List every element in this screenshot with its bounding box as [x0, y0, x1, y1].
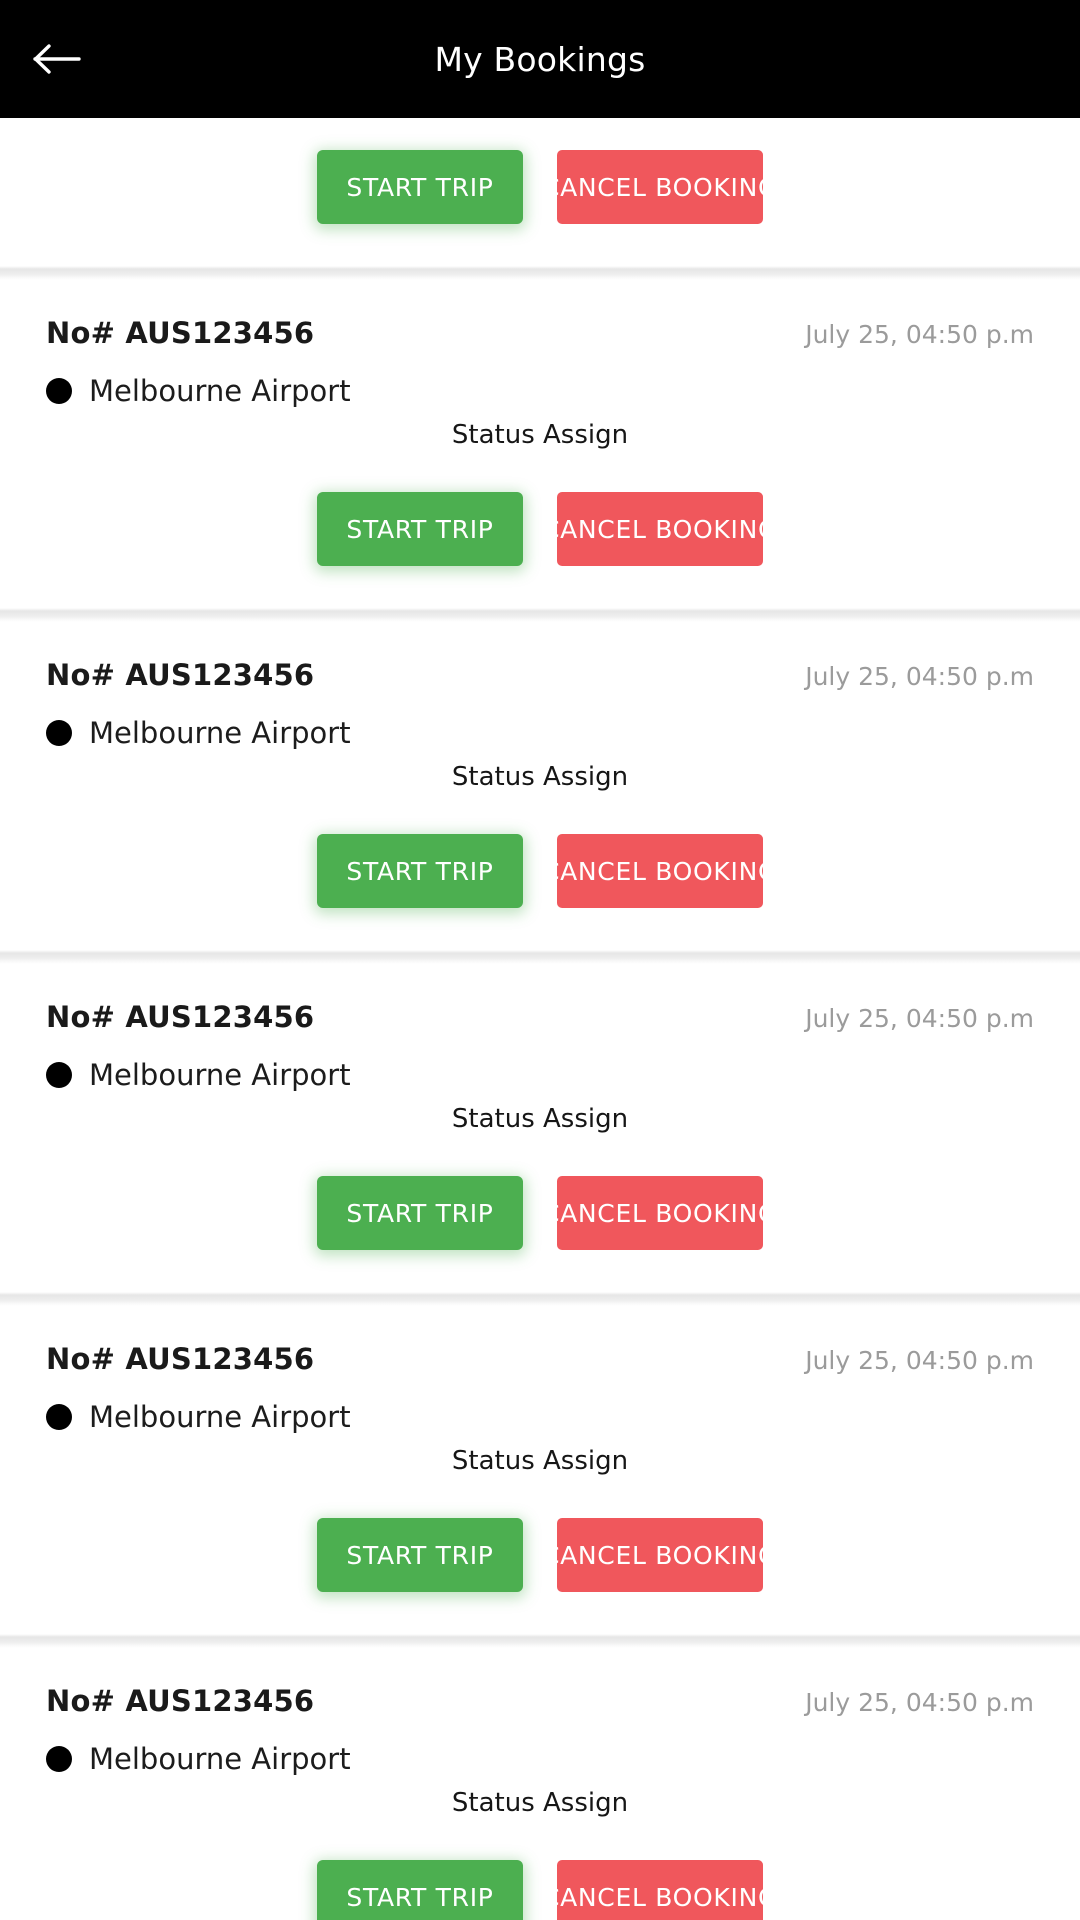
booking-actions: START TRIP CANCEL BOOKING — [46, 834, 1034, 908]
start-trip-button[interactable]: START TRIP — [317, 492, 523, 566]
start-trip-button[interactable]: START TRIP — [317, 834, 523, 908]
status-row: Status Assign — [46, 1788, 1034, 1818]
booking-actions: START TRIP CANCEL BOOKING — [46, 150, 1034, 224]
filled-circle-icon — [46, 378, 72, 404]
pickup-location-label: Melbourne Airport — [89, 1058, 351, 1092]
pickup-location-row: Melbourne Airport — [46, 1742, 1034, 1776]
booking-number: No# AUS123456 — [46, 1000, 315, 1034]
pickup-location-row: Melbourne Airport — [46, 1400, 1034, 1434]
booking-header: No# AUS123456 July 25, 04:50 p.m — [46, 658, 1034, 692]
bookings-list[interactable]: No# AUS123456 July 25, 04:50 p.m Melbourne… — [0, 0, 1080, 1920]
booking-actions: START TRIP CANCEL BOOKING — [46, 1176, 1034, 1250]
booking-actions: START TRIP CANCEL BOOKING — [46, 1860, 1034, 1920]
filled-circle-icon — [46, 720, 72, 746]
pickup-location-label: Melbourne Airport — [89, 1400, 351, 1434]
cancel-booking-button[interactable]: CANCEL BOOKING — [542, 1518, 777, 1592]
status-badge: Status Assign — [451, 1446, 629, 1476]
start-trip-button[interactable]: START TRIP — [317, 1860, 523, 1920]
card-divider — [0, 608, 1080, 622]
booking-header: No# AUS123456 July 25, 04:50 p.m — [46, 1684, 1034, 1718]
filled-circle-icon — [46, 1062, 72, 1088]
booking-timestamp: July 25, 04:50 p.m — [805, 320, 1034, 349]
app-bar: My Bookings — [0, 0, 1080, 118]
pickup-location-row: Melbourne Airport — [46, 374, 1034, 408]
booking-header: No# AUS123456 July 25, 04:50 p.m — [46, 1342, 1034, 1376]
card-divider — [0, 1634, 1080, 1648]
status-badge: Status Assign — [451, 420, 629, 450]
pickup-location-row: Melbourne Airport — [46, 1058, 1034, 1092]
cancel-booking-button[interactable]: CANCEL BOOKING — [542, 834, 777, 908]
status-badge: Status Assign — [451, 1104, 629, 1134]
booking-timestamp: July 25, 04:50 p.m — [805, 662, 1034, 691]
card-divider — [0, 950, 1080, 964]
status-row: Status Assign — [46, 1104, 1034, 1134]
status-badge: Status Assign — [451, 762, 629, 792]
booking-card[interactable]: No# AUS123456 July 25, 04:50 p.m Melbourne… — [0, 1648, 1080, 1920]
page-title: My Bookings — [434, 39, 646, 79]
start-trip-button[interactable]: START TRIP — [317, 150, 523, 224]
status-row: Status Assign — [46, 1446, 1034, 1476]
cancel-booking-button[interactable]: CANCEL BOOKING — [542, 150, 777, 224]
booking-number: No# AUS123456 — [46, 1342, 315, 1376]
pickup-location-label: Melbourne Airport — [89, 1742, 351, 1776]
booking-timestamp: July 25, 04:50 p.m — [805, 1346, 1034, 1375]
booking-number: No# AUS123456 — [46, 316, 315, 350]
booking-actions: START TRIP CANCEL BOOKING — [46, 1518, 1034, 1592]
booking-card[interactable]: No# AUS123456 July 25, 04:50 p.m Melbourne… — [0, 280, 1080, 608]
card-divider — [0, 266, 1080, 280]
status-row: Status Assign — [46, 420, 1034, 450]
booking-actions: START TRIP CANCEL BOOKING — [46, 492, 1034, 566]
booking-card[interactable]: No# AUS123456 July 25, 04:50 p.m Melbourne… — [0, 1306, 1080, 1634]
booking-card[interactable]: No# AUS123456 July 25, 04:50 p.m Melbourne… — [0, 964, 1080, 1292]
booking-timestamp: July 25, 04:50 p.m — [805, 1004, 1034, 1033]
booking-number: No# AUS123456 — [46, 1684, 315, 1718]
pickup-location-row: Melbourne Airport — [46, 716, 1034, 750]
booking-header: No# AUS123456 July 25, 04:50 p.m — [46, 316, 1034, 350]
booking-card[interactable]: No# AUS123456 July 25, 04:50 p.m Melbourne… — [0, 622, 1080, 950]
status-badge: Status Assign — [451, 1788, 629, 1818]
cancel-booking-button[interactable]: CANCEL BOOKING — [542, 1176, 777, 1250]
cancel-booking-button[interactable]: CANCEL BOOKING — [542, 492, 777, 566]
my-bookings-screen: No# AUS123456 July 25, 04:50 p.m Melbourne… — [0, 0, 1080, 1920]
booking-header: No# AUS123456 July 25, 04:50 p.m — [46, 1000, 1034, 1034]
start-trip-button[interactable]: START TRIP — [317, 1518, 523, 1592]
filled-circle-icon — [46, 1404, 72, 1430]
card-divider — [0, 1292, 1080, 1306]
start-trip-button[interactable]: START TRIP — [317, 1176, 523, 1250]
status-row: Status Assign — [46, 762, 1034, 792]
pickup-location-label: Melbourne Airport — [89, 374, 351, 408]
booking-timestamp: July 25, 04:50 p.m — [805, 1688, 1034, 1717]
cancel-booking-button[interactable]: CANCEL BOOKING — [542, 1860, 777, 1920]
pickup-location-label: Melbourne Airport — [89, 716, 351, 750]
filled-circle-icon — [46, 1746, 72, 1772]
booking-number: No# AUS123456 — [46, 658, 315, 692]
